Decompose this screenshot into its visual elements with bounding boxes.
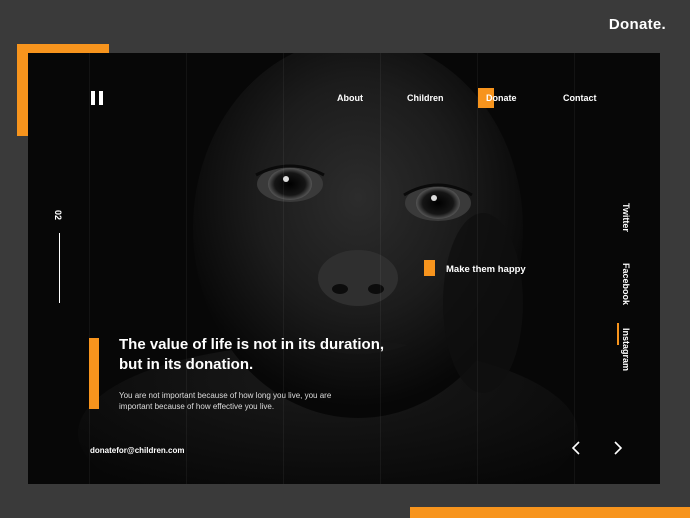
social-link-twitter[interactable]: Twitter	[621, 203, 631, 232]
headline-line-2: but in its donation.	[119, 356, 254, 373]
hero-tag: Make them happy	[446, 264, 526, 275]
nav-item-children[interactable]: Children	[407, 93, 444, 103]
social-link-facebook[interactable]: Facebook	[621, 263, 631, 305]
chevron-right-icon[interactable]	[608, 436, 628, 460]
quote-accent-bar	[89, 338, 99, 409]
contact-email[interactable]: donatefor@children.com	[90, 446, 184, 455]
subtext-line-1: You are not important because of how lon…	[119, 391, 332, 400]
grid-line	[186, 53, 187, 484]
child-face-image	[78, 53, 578, 484]
headline-line-1: The value of life is not in its duration…	[119, 336, 385, 353]
nav-item-about[interactable]: About	[337, 93, 363, 103]
nav-item-donate[interactable]: Donate	[486, 93, 517, 103]
brand-title[interactable]: Donate.	[609, 16, 666, 33]
chevron-left-icon[interactable]	[566, 436, 586, 460]
slide-number: 02	[53, 209, 64, 221]
nav-item-contact[interactable]: Contact	[563, 93, 597, 103]
hero-card: About Children Donate Contact 02 Twitter…	[28, 53, 660, 484]
grid-line	[574, 53, 575, 484]
subtext-line-2: important because of how effective you l…	[119, 402, 275, 411]
social-link-instagram[interactable]: Instagram	[621, 328, 631, 371]
grid-line	[89, 53, 90, 484]
pause-bars-icon[interactable]	[91, 91, 104, 105]
hero-headline: The value of life is not in its duration…	[119, 335, 419, 375]
grid-line	[380, 53, 381, 484]
social-active-indicator	[617, 323, 619, 345]
slide-progress-line	[59, 233, 60, 303]
accent-bar-bottom	[410, 507, 690, 518]
grid-line	[283, 53, 284, 484]
hero-subtext: You are not important because of how lon…	[119, 390, 369, 412]
tag-accent-box	[424, 260, 435, 276]
